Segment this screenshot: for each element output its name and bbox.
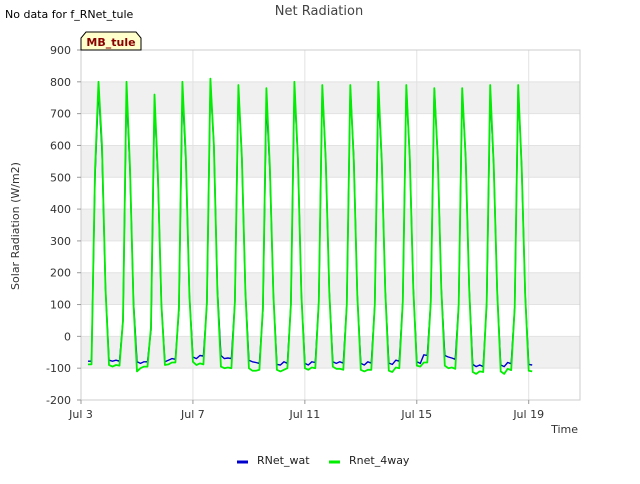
y-tick-label: 300 <box>50 235 71 248</box>
y-axis: -200 -100 0 100 200 300 400 500 600 700 800 900 <box>46 44 81 407</box>
legend-label: RNet_wat <box>257 454 310 467</box>
plot-band <box>81 145 580 178</box>
y-tick-label: -200 <box>46 394 71 407</box>
y-tick-label: 100 <box>50 299 71 312</box>
legend-label: Rnet_4way <box>349 454 410 467</box>
y-tick-label: 600 <box>50 139 71 152</box>
x-tick-label: Jul 11 <box>288 408 320 421</box>
y-tick-label: 800 <box>50 76 71 89</box>
x-axis-label: Time <box>550 423 578 436</box>
legend: RNet_wat Rnet_4way <box>237 454 410 467</box>
chart-title: Net Radiation <box>275 4 363 19</box>
x-tick-label: Jul 7 <box>180 408 205 421</box>
plot-band <box>81 209 580 241</box>
site-badge-label: MB_tule <box>86 36 135 49</box>
chart-svg: No data for f_RNet_tule Net Radiation -2… <box>5 4 581 467</box>
y-tick-label: 500 <box>50 171 71 184</box>
chart-figure: No data for f_RNet_tule Net Radiation -2… <box>0 0 640 480</box>
no-data-notice: No data for f_RNet_tule <box>5 8 134 21</box>
x-axis: Jul 3 Jul 7 Jul 11 Jul 15 Jul 19 <box>68 400 544 421</box>
y-tick-label: 700 <box>50 108 71 121</box>
y-tick-label: 200 <box>50 267 71 280</box>
site-badge: MB_tule <box>80 31 142 51</box>
x-tick-label: Jul 3 <box>68 408 93 421</box>
y-tick-label: 400 <box>50 203 71 216</box>
y-axis-label: Solar Radiation (W/m2) <box>9 162 22 290</box>
plot-band <box>81 336 580 369</box>
y-tick-label: 0 <box>64 330 71 343</box>
x-tick-label: Jul 19 <box>512 408 544 421</box>
y-tick-label: -100 <box>46 362 71 375</box>
y-tick-label: 900 <box>50 44 71 57</box>
x-tick-label: Jul 15 <box>400 408 432 421</box>
